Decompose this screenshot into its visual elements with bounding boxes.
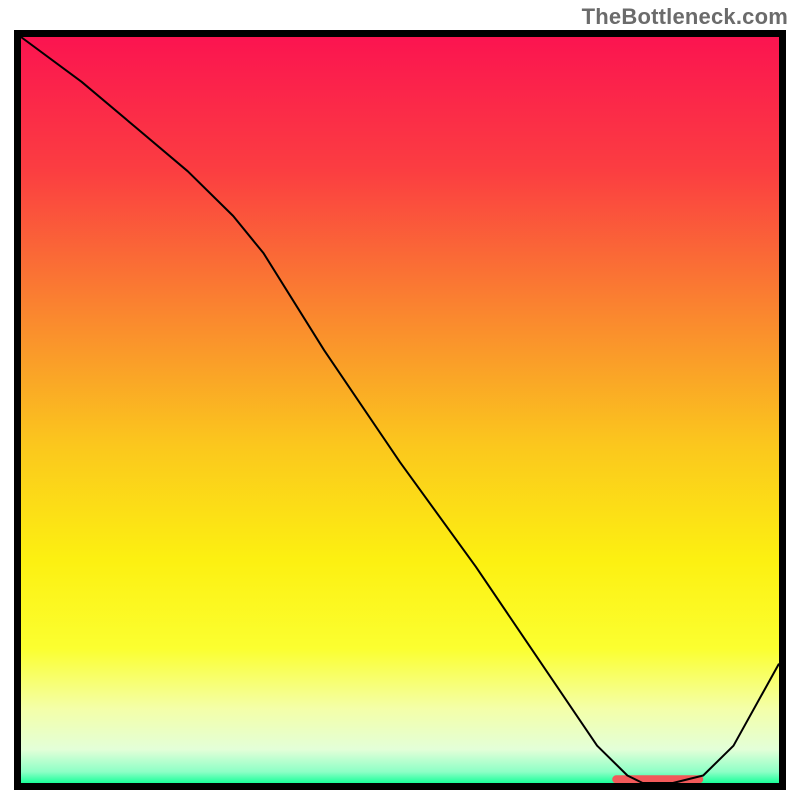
plot-area — [14, 30, 786, 790]
watermark-label: TheBottleneck.com — [582, 4, 788, 30]
gradient-background — [21, 37, 779, 783]
chart-container: TheBottleneck.com — [0, 0, 800, 800]
chart-svg — [14, 30, 786, 790]
